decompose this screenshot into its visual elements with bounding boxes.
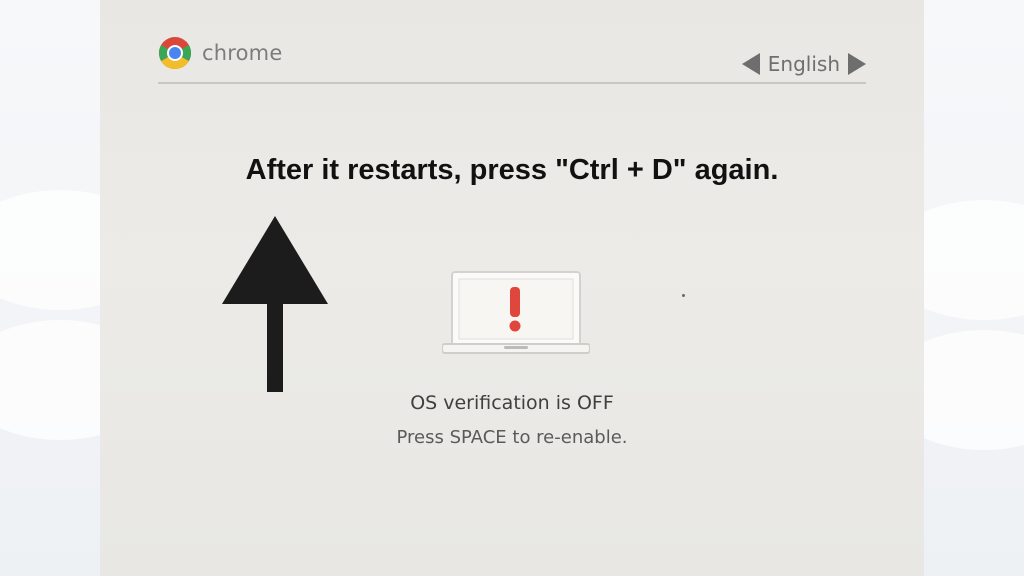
triangle-left-icon[interactable]: [741, 53, 760, 75]
screen-header: chrome English: [158, 36, 866, 84]
background-wave: [0, 320, 100, 440]
background-wave: [924, 330, 1024, 450]
up-arrow-icon: [222, 216, 328, 392]
chrome-brand: chrome: [158, 36, 282, 70]
left-background: [0, 0, 100, 576]
background-wave: [0, 190, 100, 310]
reenable-hint: Press SPACE to re-enable.: [396, 427, 628, 448]
background-wave: [924, 200, 1024, 320]
triangle-right-icon[interactable]: [848, 53, 866, 75]
right-background: [924, 0, 1024, 576]
chromeos-recovery-screen: chrome English After it restarts, press …: [100, 0, 924, 576]
brand-name: chrome: [202, 41, 283, 65]
screen-dust-speck: [682, 294, 685, 297]
chrome-logo-icon: [158, 37, 192, 70]
language-label: English: [767, 52, 840, 76]
os-verification-status: OS verification is OFF: [410, 392, 614, 414]
language-selector[interactable]: English: [741, 52, 866, 76]
instruction-overlay: After it restarts, press "Ctrl + D" agai…: [245, 154, 779, 186]
laptop-warning-icon: [442, 271, 590, 354]
